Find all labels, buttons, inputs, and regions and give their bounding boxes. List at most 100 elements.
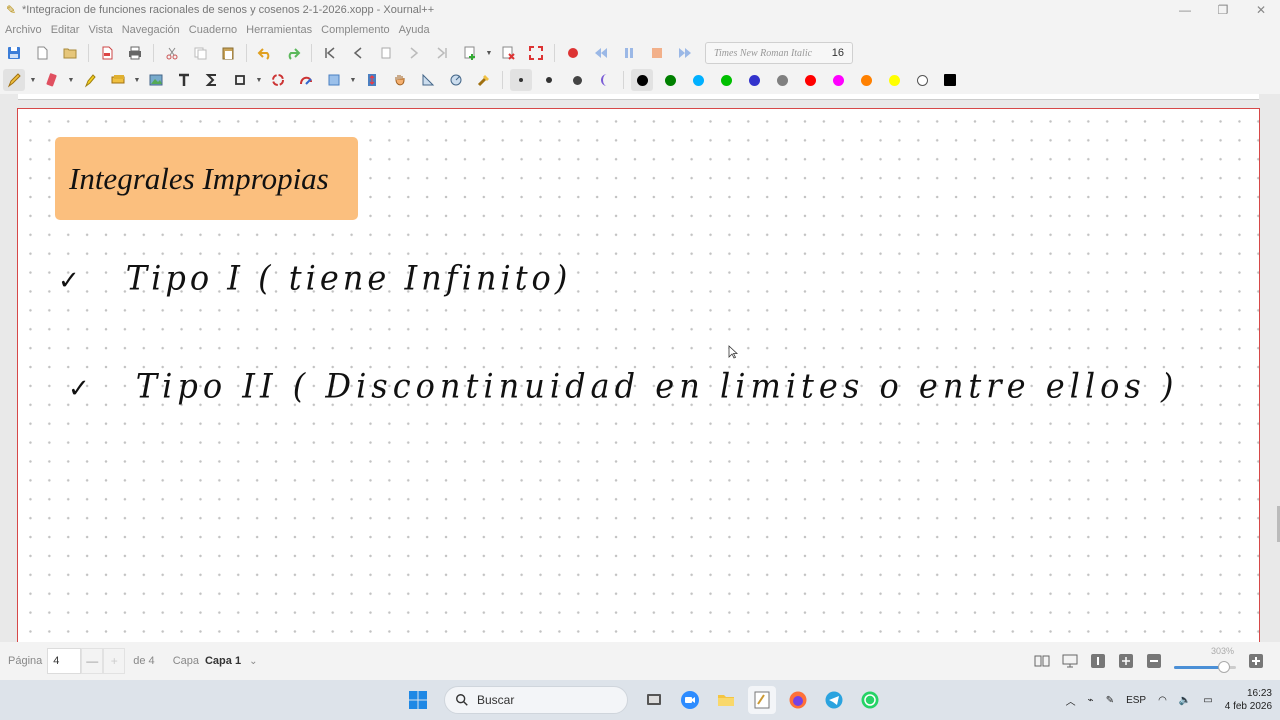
menu-editar[interactable]: Editar	[51, 24, 80, 36]
text-tool-icon[interactable]	[173, 69, 195, 91]
undo-icon[interactable]	[254, 42, 276, 64]
color-yellow-swatch[interactable]	[883, 69, 905, 91]
previous-page-icon[interactable]	[347, 42, 369, 64]
zoom-in-icon[interactable]	[1247, 652, 1265, 670]
color-orange-swatch[interactable]	[855, 69, 877, 91]
color-magenta-swatch[interactable]	[827, 69, 849, 91]
object-select-icon[interactable]	[295, 69, 317, 91]
whatsapp-icon[interactable]	[856, 686, 884, 714]
language-indicator[interactable]: ESP	[1126, 695, 1146, 706]
thick-thickness-icon[interactable]	[566, 69, 588, 91]
print-icon[interactable]	[124, 42, 146, 64]
color-red-swatch[interactable]	[799, 69, 821, 91]
telegram-icon[interactable]	[820, 686, 848, 714]
new-document-icon[interactable]	[31, 42, 53, 64]
pen-settings-icon[interactable]: ✎	[1106, 695, 1114, 706]
chevron-up-icon[interactable]: ︿	[1066, 693, 1076, 708]
last-page-icon[interactable]	[431, 42, 453, 64]
menu-ayuda[interactable]: Ayuda	[399, 24, 430, 36]
goto-page-icon[interactable]	[375, 42, 397, 64]
zoom-knob[interactable]	[1217, 661, 1230, 673]
page-decrement-button[interactable]: —	[81, 648, 104, 674]
zoom-slider[interactable]: 303%	[1174, 642, 1236, 680]
xournal-taskbar-icon[interactable]	[748, 686, 776, 714]
pen-tool-icon[interactable]	[3, 69, 25, 91]
paste-icon[interactable]	[217, 42, 239, 64]
battery-icon[interactable]: ▭	[1203, 695, 1212, 706]
page-increment-button[interactable]: +	[103, 648, 126, 674]
eraser-dropdown-icon[interactable]: ▼	[66, 69, 76, 91]
select-type-dropdown-icon[interactable]: ▼	[348, 69, 358, 91]
page-4[interactable]: Integrales Impropias ✓ Tipo I ( tiene Inf…	[17, 108, 1260, 642]
color-white-swatch[interactable]	[911, 69, 933, 91]
compass-icon[interactable]	[445, 69, 467, 91]
file-explorer-icon[interactable]	[712, 686, 740, 714]
stop-icon[interactable]	[646, 42, 668, 64]
color-black-swatch[interactable]	[631, 69, 653, 91]
rectangle-select-icon[interactable]	[323, 69, 345, 91]
wifi-icon[interactable]: ◠	[1158, 695, 1167, 706]
next-page-icon[interactable]	[403, 42, 425, 64]
menu-complemento[interactable]: Complemento	[321, 24, 389, 36]
zoom-app-icon[interactable]	[676, 686, 704, 714]
image-tool-icon[interactable]	[145, 69, 167, 91]
fast-forward-icon[interactable]	[674, 42, 696, 64]
vertical-space-icon[interactable]	[361, 69, 383, 91]
zoom-fit-icon[interactable]	[1117, 652, 1135, 670]
zoom-100-icon[interactable]	[1089, 652, 1107, 670]
medium-thickness-icon[interactable]	[538, 69, 560, 91]
menu-navegacion[interactable]: Navegación	[122, 24, 180, 36]
select-dropdown-icon[interactable]: ▼	[132, 69, 142, 91]
volume-icon[interactable]: 🔈	[1179, 695, 1191, 706]
open-folder-icon[interactable]	[59, 42, 81, 64]
network-status-icon[interactable]: ⌁	[1088, 695, 1094, 706]
pen-dropdown-icon[interactable]: ▼	[28, 69, 38, 91]
select-region-icon[interactable]	[107, 69, 129, 91]
presentation-mode-icon[interactable]	[1061, 652, 1079, 670]
first-page-icon[interactable]	[319, 42, 341, 64]
menu-cuaderno[interactable]: Cuaderno	[189, 24, 237, 36]
menu-archivo[interactable]: Archivo	[5, 24, 42, 36]
fill-toggle-icon[interactable]	[594, 69, 616, 91]
page-number-input[interactable]: 4	[47, 648, 82, 674]
redo-icon[interactable]	[282, 42, 304, 64]
zoom-out-icon[interactable]	[1145, 652, 1163, 670]
fine-thickness-icon[interactable]	[510, 69, 532, 91]
maximize-button[interactable]: ❐	[1204, 0, 1242, 20]
insert-page-dropdown-icon[interactable]: ▼	[484, 42, 494, 64]
cut-icon[interactable]	[161, 42, 183, 64]
color-lightblue-swatch[interactable]	[687, 69, 709, 91]
eraser-tool-icon[interactable]	[41, 69, 63, 91]
record-icon[interactable]	[562, 42, 584, 64]
rewind-icon[interactable]	[590, 42, 612, 64]
layer-dropdown-icon[interactable]: ⌄	[249, 656, 257, 667]
two-pages-icon[interactable]	[1033, 652, 1051, 670]
current-color-swatch[interactable]	[939, 69, 961, 91]
setsquare-icon[interactable]	[417, 69, 439, 91]
insert-page-icon[interactable]	[459, 42, 481, 64]
windows-start-icon[interactable]	[404, 686, 432, 714]
title-box[interactable]: Integrales Impropias	[55, 137, 358, 220]
clock[interactable]: 16:23 4 feb 2026	[1225, 687, 1272, 713]
layer-selector[interactable]: Capa 1	[205, 655, 241, 667]
export-pdf-icon[interactable]	[96, 42, 118, 64]
pause-icon[interactable]	[618, 42, 640, 64]
menu-vista[interactable]: Vista	[88, 24, 112, 36]
zoom-track[interactable]	[1174, 661, 1236, 673]
menu-herramientas[interactable]: Herramientas	[246, 24, 312, 36]
task-view-icon[interactable]	[640, 686, 668, 714]
shape-dropdown-icon[interactable]: ▼	[254, 69, 264, 91]
tool-settings-icon[interactable]	[473, 69, 495, 91]
color-green-swatch[interactable]	[659, 69, 681, 91]
firefox-icon[interactable]	[784, 686, 812, 714]
handwritten-line-2[interactable]: ✓ Tipo II ( Discontinuidad en limites o e…	[68, 366, 1178, 406]
close-button[interactable]: ✕	[1242, 0, 1280, 20]
shape-tool-icon[interactable]	[229, 69, 251, 91]
save-icon[interactable]	[3, 42, 25, 64]
copy-icon[interactable]	[189, 42, 211, 64]
latex-tool-icon[interactable]	[201, 69, 223, 91]
handwritten-line-1[interactable]: ✓ Tipo I ( tiene Infinito)	[58, 258, 571, 298]
color-lightgreen-swatch[interactable]	[715, 69, 737, 91]
minimize-button[interactable]: —	[1166, 0, 1204, 20]
highlighter-tool-icon[interactable]	[79, 69, 101, 91]
